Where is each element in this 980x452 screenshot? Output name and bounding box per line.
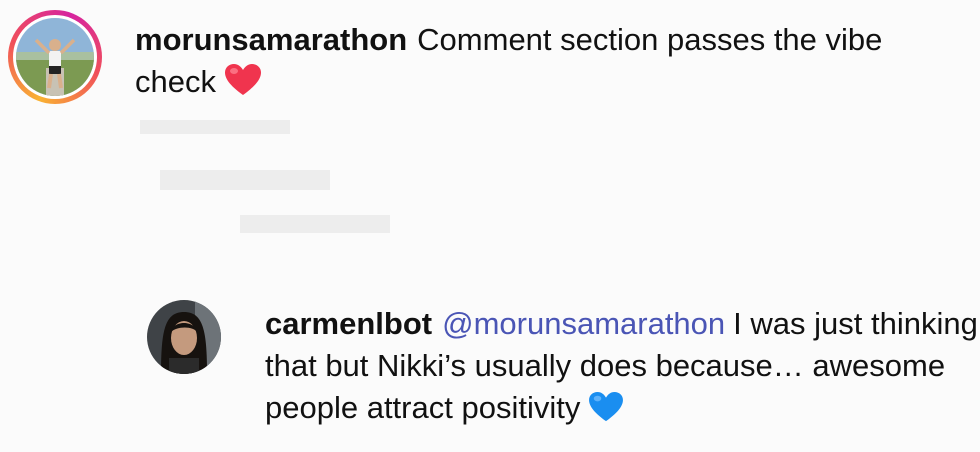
blue-heart-icon xyxy=(588,391,624,434)
avatar-border xyxy=(13,15,97,99)
avatar[interactable] xyxy=(147,300,221,374)
story-ring[interactable] xyxy=(8,10,102,104)
comment-morunsamarathon: morunsamarathon Comment section passes th… xyxy=(8,10,935,108)
comment-text: morunsamarathon Comment section passes th… xyxy=(135,19,935,108)
avatar[interactable] xyxy=(16,18,94,96)
mention-link[interactable]: @morunsamarathon xyxy=(442,306,725,341)
runner-photo-icon xyxy=(16,18,94,96)
comment-username[interactable]: carmenlbot xyxy=(265,306,432,341)
faint-background-artifact xyxy=(140,120,420,250)
red-heart-icon xyxy=(224,63,262,108)
comment-text: carmenlbot @morunsamarathon I was just thi… xyxy=(265,303,980,434)
comment-carmenlbot: carmenlbot @morunsamarathon I was just thi… xyxy=(147,300,980,434)
profile-photo-icon xyxy=(147,300,221,374)
comment-username[interactable]: morunsamarathon xyxy=(135,22,407,57)
